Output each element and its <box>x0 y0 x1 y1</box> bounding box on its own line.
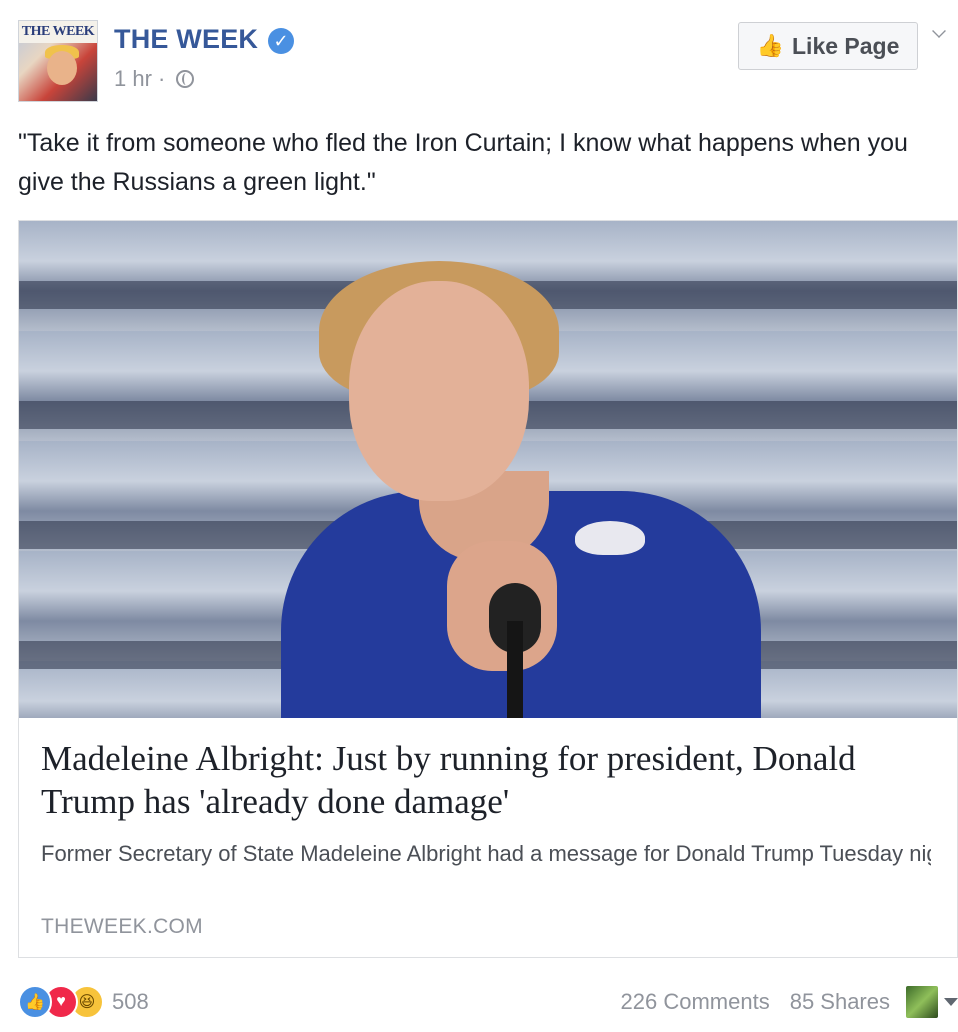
thumbs-up-icon: 👍 <box>756 33 784 58</box>
like-page-label: Like Page <box>792 32 900 59</box>
link-card[interactable]: Madeleine Albright: Just by running for … <box>18 220 958 958</box>
comments-count-link[interactable]: 226 Comments <box>621 989 770 1015</box>
photo-microphone-stand <box>507 621 523 718</box>
photo-figure-head <box>349 281 529 501</box>
link-card-title[interactable]: Madeleine Albright: Just by running for … <box>41 737 931 823</box>
page-name-link[interactable]: THE WEEK <box>114 24 258 55</box>
avatar-face-shape <box>47 51 77 85</box>
caret-down-icon[interactable] <box>944 998 958 1006</box>
like-reaction-icon: 👍 <box>18 985 52 1019</box>
reaction-count[interactable]: 508 <box>112 989 149 1015</box>
verified-badge-icon: ✓ <box>268 28 294 54</box>
like-page-button[interactable]: 👍 Like Page <box>738 22 918 70</box>
link-card-description: Former Secretary of State Madeleine Albr… <box>41 841 931 866</box>
link-card-image[interactable] <box>19 221 957 718</box>
avatar-masthead: THE WEEK <box>19 21 97 43</box>
meta-separator: · <box>158 66 166 91</box>
link-card-domain: THEWEEK.COM <box>41 915 203 938</box>
globe-icon <box>175 70 194 88</box>
shares-count-link[interactable]: 85 Shares <box>790 989 890 1015</box>
reactions-summary[interactable]: 👍 ♥ 😆 508 <box>18 984 149 1020</box>
page-avatar[interactable]: THE WEEK <box>18 20 98 102</box>
timestamp-link[interactable]: 1 hr <box>114 66 152 91</box>
post-footer: 👍 ♥ 😆 508 226 Comments 85 Shares <box>18 984 958 1020</box>
post-meta: 1 hr · <box>114 66 194 92</box>
engagement-counts: 226 Comments 85 Shares <box>621 984 958 1020</box>
post-text: "Take it from someone who fled the Iron … <box>18 129 908 196</box>
share-as-avatar[interactable] <box>906 986 938 1018</box>
chevron-down-icon[interactable] <box>932 24 946 38</box>
photo-brooch <box>575 521 645 555</box>
